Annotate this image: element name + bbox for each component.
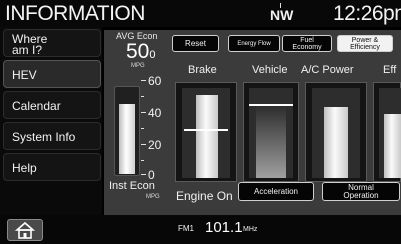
- engine-status: Engine On: [176, 189, 233, 203]
- tab-power-efficiency-label-1: Power &: [351, 37, 379, 44]
- gauge-minor-tick: [141, 128, 144, 129]
- acceleration-label: Acceleration: [253, 187, 299, 196]
- title-bar: INFORMATION NW 12:26pm: [0, 0, 401, 27]
- home-icon: [14, 221, 36, 239]
- brake-bar-marker: [184, 129, 228, 131]
- sidebar-item-label: Calendar: [12, 99, 61, 113]
- page-title: INFORMATION: [5, 2, 145, 25]
- sidebar-item-where-am-i[interactable]: Where am I?: [3, 29, 101, 57]
- clock: 12:26pm: [333, 2, 401, 25]
- ac-power-label: A/C Power: [301, 64, 354, 76]
- inst-econ-label: Inst Econ: [109, 180, 155, 192]
- compass-heading: NW: [270, 7, 294, 23]
- sidebar-item-label: am I?: [12, 43, 43, 57]
- radio-band: FM1: [178, 224, 194, 233]
- inst-econ-unit: MPG: [146, 194, 160, 200]
- sidebar-item-label: Help: [12, 161, 37, 175]
- avg-econ-unit: MPG: [131, 63, 145, 69]
- sidebar-item-help[interactable]: Help: [3, 153, 101, 181]
- tab-energy-flow[interactable]: Energy Flow: [228, 35, 280, 52]
- normal-operation-indicator: Normal Operation: [322, 182, 400, 201]
- sidebar-item-label: System Info: [12, 130, 76, 144]
- reset-label: Reset: [185, 39, 206, 48]
- efficiency-bar-fill: [384, 114, 401, 178]
- radio-frequency-unit: MHz: [243, 226, 258, 233]
- bottom-bar: [0, 215, 401, 244]
- tab-fuel-economy-label-2: Economy: [292, 44, 322, 51]
- radio-frequency: 101.1: [205, 219, 243, 236]
- vehicle-bar-marker: [249, 104, 293, 106]
- gauge-minor-tick: [141, 96, 144, 97]
- tab-fuel-economy[interactable]: Fuel Economy: [282, 35, 332, 52]
- efficiency-label: Eff: [383, 64, 397, 76]
- gauge-tick: [141, 144, 146, 145]
- gauge-tick: [141, 174, 146, 175]
- gauge-tick-label: 20: [148, 138, 162, 152]
- tab-energy-flow-label: Energy Flow: [237, 41, 271, 47]
- gauge-tick-label: 40: [148, 106, 162, 120]
- gauge-tick: [141, 112, 146, 113]
- avg-econ-number: 50: [126, 40, 150, 63]
- hev-info-screen: INFORMATION NW 12:26pm Where am I? HEV C…: [0, 0, 401, 244]
- sidebar-item-label: HEV: [12, 68, 37, 82]
- avg-econ-decimal: 0: [149, 49, 156, 61]
- acceleration-indicator: Acceleration: [238, 182, 314, 201]
- gauge-tick: [141, 80, 146, 81]
- inst-econ-gauge-fill: [119, 104, 135, 174]
- vehicle-bar-fill: [256, 106, 286, 178]
- sidebar-item-hev[interactable]: HEV: [3, 60, 101, 88]
- sidebar: Where am I? HEV Calendar System Info Hel…: [0, 27, 102, 215]
- tab-power-efficiency[interactable]: Power & Efficiency: [337, 35, 393, 52]
- gauge-minor-tick: [141, 160, 144, 161]
- brake-label: Brake: [188, 64, 217, 76]
- tab-fuel-economy-label-1: Fuel: [300, 37, 314, 44]
- vehicle-label: Vehicle: [252, 64, 288, 76]
- gauge-tick-label: 60: [148, 74, 162, 88]
- sidebar-item-system-info[interactable]: System Info: [3, 122, 101, 150]
- ac-power-bar-fill: [324, 107, 348, 178]
- brake-bar-fill: [196, 95, 218, 178]
- sidebar-item-calendar[interactable]: Calendar: [3, 91, 101, 119]
- tab-power-efficiency-label-2: Efficiency: [350, 44, 380, 51]
- home-button[interactable]: [7, 219, 43, 241]
- reset-button[interactable]: Reset: [172, 35, 219, 52]
- normal-operation-label-2: Operation: [343, 191, 379, 200]
